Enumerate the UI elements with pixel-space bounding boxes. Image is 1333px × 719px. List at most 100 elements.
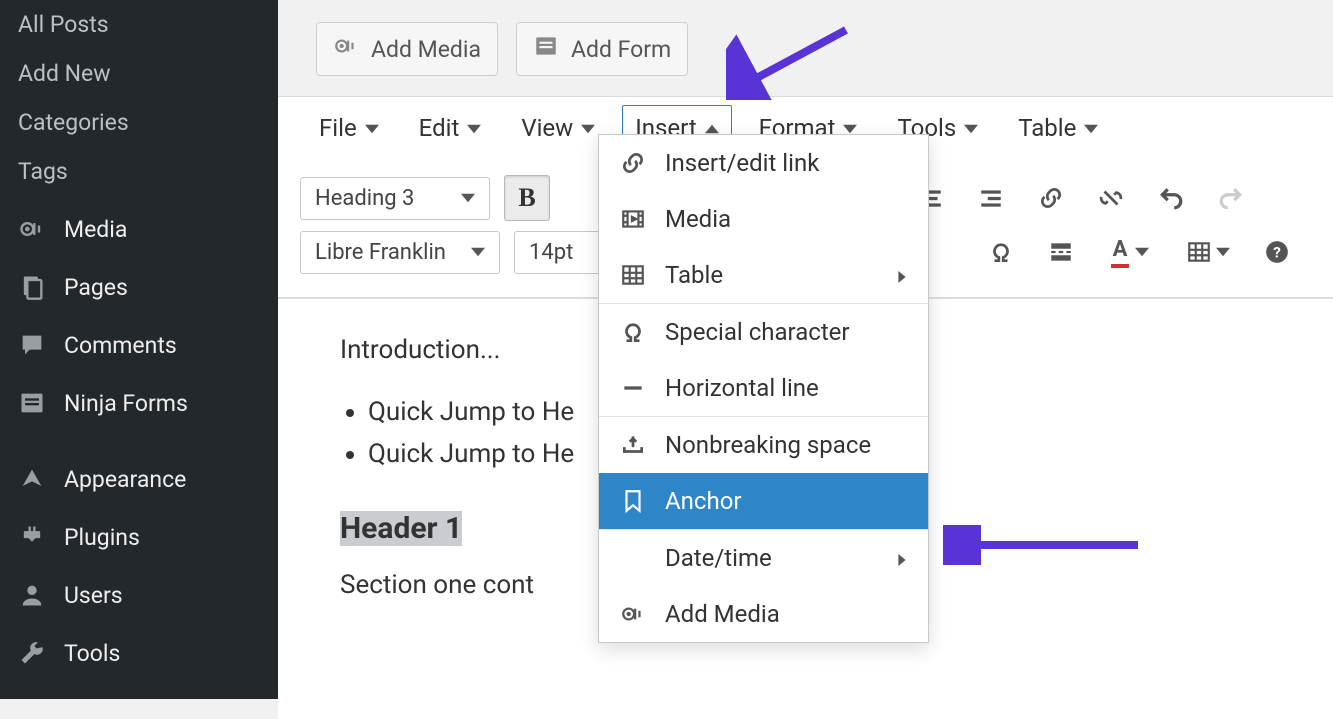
sidebar-item-appearance[interactable]: Appearance (0, 454, 278, 504)
table-icon (619, 261, 647, 289)
add-media-button[interactable]: Add Media (316, 22, 498, 76)
chevron-down-icon (461, 186, 475, 211)
menu-item-nbsp[interactable]: Nonbreaking space (599, 416, 928, 473)
menu-item-horizontal-line[interactable]: Horizontal line (599, 360, 928, 416)
menu-item-table[interactable]: Table (599, 247, 928, 303)
sidebar-item-label: All Posts (18, 11, 109, 38)
chevron-down-icon (365, 114, 379, 142)
menu-table[interactable]: Table (1005, 105, 1111, 151)
sidebar-item-add-new[interactable]: Add New (0, 49, 278, 98)
menu-view[interactable]: View (508, 105, 608, 151)
menu-label: Table (1018, 114, 1076, 142)
menu-item-label: Anchor (665, 487, 742, 515)
blank-icon (619, 544, 647, 572)
insert-dropdown: Insert/edit link Media Table Special cha… (598, 134, 929, 643)
sidebar-item-all-posts[interactable]: All Posts (0, 0, 278, 49)
chevron-down-icon (471, 240, 485, 265)
link-icon (619, 149, 647, 177)
form-icon (18, 389, 46, 417)
undo-button[interactable] (1148, 175, 1194, 221)
sidebar-item-label: Add New (18, 60, 111, 87)
menu-item-datetime[interactable]: Date/time (599, 529, 928, 586)
menu-item-anchor[interactable]: Anchor (599, 473, 928, 529)
pages-icon (18, 273, 46, 301)
menu-edit[interactable]: Edit (406, 105, 495, 151)
sidebar-item-tools[interactable]: Tools (0, 628, 278, 678)
text-color-button[interactable]: A (1098, 229, 1162, 275)
menu-item-label: Special character (665, 318, 850, 346)
sidebar-item-ninja-forms[interactable]: Ninja Forms (0, 378, 278, 428)
menu-item-insert-link[interactable]: Insert/edit link (599, 135, 928, 191)
button-label: Add Form (571, 36, 671, 63)
sidebar-item-label: Tools (64, 640, 120, 667)
add-form-button[interactable]: Add Form (516, 22, 688, 76)
menu-item-label: Nonbreaking space (665, 431, 871, 459)
menu-item-label: Media (665, 205, 731, 233)
bold-button[interactable]: B (504, 175, 550, 221)
sidebar-item-label: Users (64, 582, 123, 609)
sidebar-item-users[interactable]: Users (0, 570, 278, 620)
selected-text: Header 1 (340, 511, 462, 546)
sidebar-item-categories[interactable]: Categories (0, 98, 278, 147)
help-button[interactable]: ? (1254, 229, 1300, 275)
chevron-down-icon (581, 114, 595, 142)
select-value: 14pt (529, 240, 573, 265)
special-char-button[interactable] (978, 229, 1024, 275)
film-icon (619, 205, 647, 233)
horizontal-line-icon (619, 374, 647, 402)
comments-icon (18, 331, 46, 359)
style-select[interactable]: Heading 3 (300, 177, 490, 220)
sidebar-item-label: Tags (18, 158, 68, 185)
media-button-bar: Add Media Add Form (278, 0, 1333, 96)
media-icon (333, 33, 359, 65)
button-label: Add Media (371, 36, 481, 63)
bold-glyph: B (518, 183, 535, 213)
sidebar-item-label: Media (64, 216, 127, 243)
menu-item-label: Table (665, 261, 723, 289)
media-icon (619, 600, 647, 628)
sidebar-item-label: Categories (18, 109, 129, 136)
tools-icon (18, 639, 46, 667)
menu-label: View (521, 114, 573, 142)
chevron-right-icon (896, 544, 908, 572)
admin-sidebar: All Posts Add New Categories Tags Media … (0, 0, 278, 699)
sidebar-item-label: Ninja Forms (64, 390, 188, 417)
sidebar-item-label: Comments (64, 332, 177, 359)
svg-text:?: ? (1273, 243, 1281, 261)
pagebreak-button[interactable] (1038, 229, 1084, 275)
sidebar-item-plugins[interactable]: Plugins (0, 512, 278, 562)
sidebar-item-comments[interactable]: Comments (0, 320, 278, 370)
menu-item-media[interactable]: Media (599, 191, 928, 247)
select-value: Libre Franklin (315, 240, 446, 265)
chevron-down-icon (1084, 114, 1098, 142)
users-icon (18, 581, 46, 609)
sidebar-item-pages[interactable]: Pages (0, 262, 278, 312)
appearance-icon (18, 465, 46, 493)
chevron-down-icon (467, 114, 481, 142)
link-button[interactable] (1028, 175, 1074, 221)
chevron-down-icon (964, 114, 978, 142)
sidebar-item-tags[interactable]: Tags (0, 147, 278, 196)
sidebar-item-media[interactable]: Media (0, 204, 278, 254)
menu-file[interactable]: File (306, 105, 392, 151)
font-size-select[interactable]: 14pt (514, 231, 604, 274)
form-icon (533, 33, 559, 65)
redo-button[interactable] (1208, 175, 1254, 221)
menu-label: Edit (419, 114, 460, 142)
menu-item-special-char[interactable]: Special character (599, 303, 928, 360)
plugins-icon (18, 523, 46, 551)
chevron-right-icon (896, 261, 908, 289)
menu-item-add-media[interactable]: Add Media (599, 586, 928, 642)
table-button[interactable] (1176, 229, 1240, 275)
align-right-button[interactable] (968, 175, 1014, 221)
media-icon (18, 215, 46, 243)
nbsp-icon (619, 431, 647, 459)
chevron-down-icon (1216, 240, 1230, 265)
menu-item-label: Add Media (665, 600, 780, 628)
font-select[interactable]: Libre Franklin (300, 231, 500, 274)
menu-item-label: Date/time (665, 544, 772, 572)
sidebar-item-label: Appearance (64, 466, 186, 493)
unlink-button[interactable] (1088, 175, 1134, 221)
omega-icon (619, 318, 647, 346)
select-value: Heading 3 (315, 186, 414, 211)
